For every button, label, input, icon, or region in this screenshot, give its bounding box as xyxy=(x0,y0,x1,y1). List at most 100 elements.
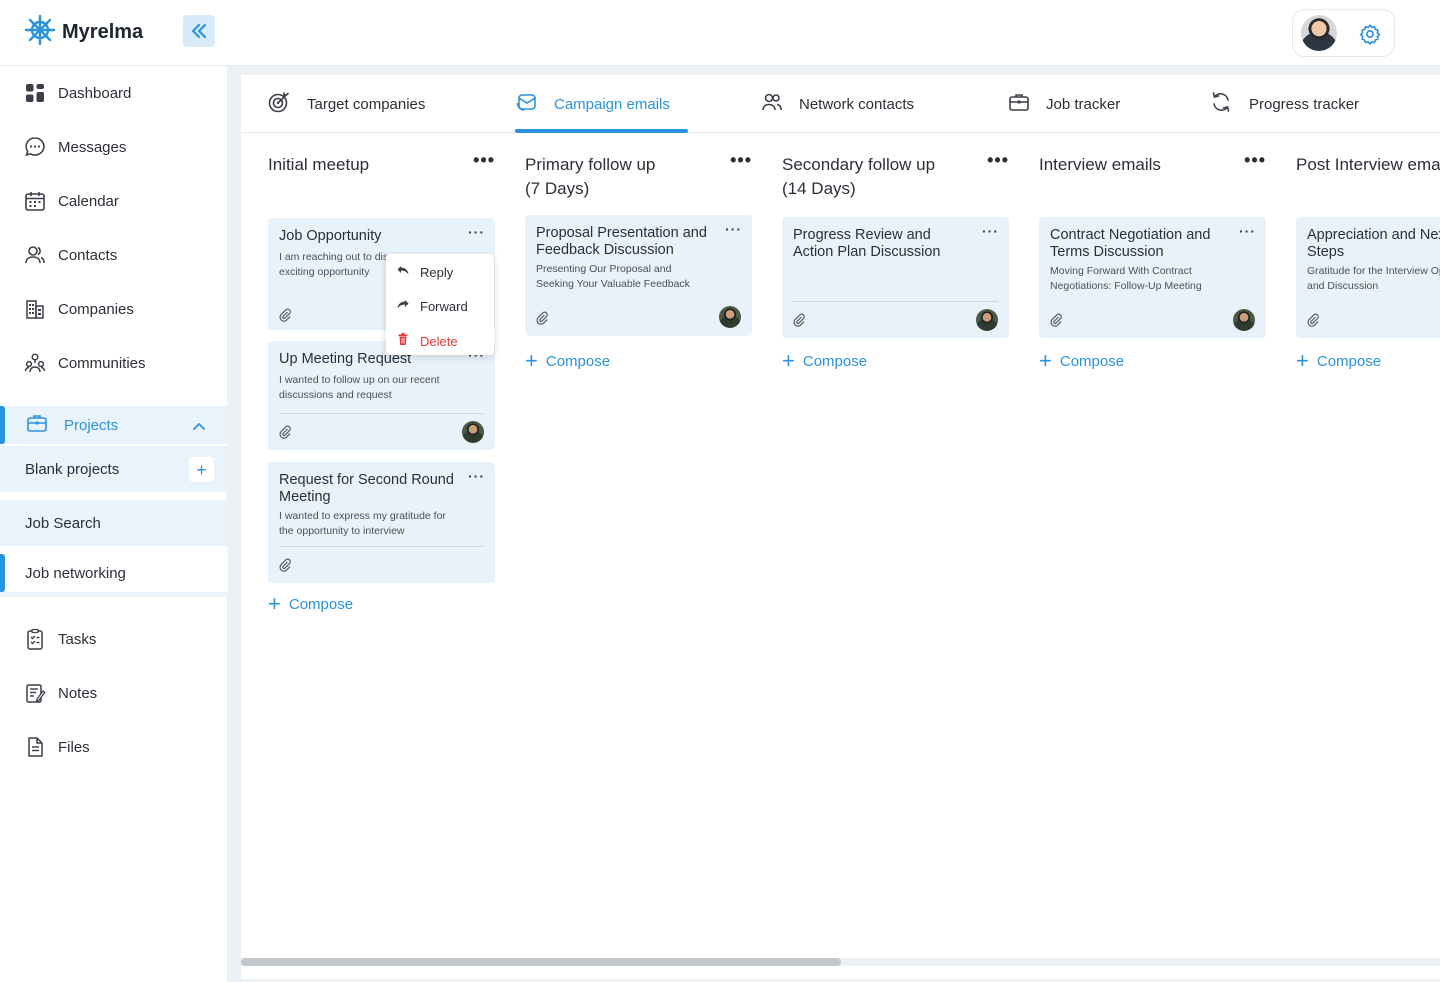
tab-target-companies[interactable]: Target companies xyxy=(267,75,425,133)
double-chevron-left-icon xyxy=(191,23,207,39)
avatar[interactable] xyxy=(976,309,998,331)
column-title: Post Interview emails xyxy=(1296,155,1440,174)
sidebar-subitem-job-search[interactable]: Job Search xyxy=(0,500,228,546)
app-logo[interactable]: Myrelma xyxy=(24,14,143,51)
email-card[interactable]: Appreciation and Next Steps Gratitude fo… xyxy=(1296,217,1440,338)
paperclip-icon[interactable] xyxy=(278,425,292,439)
plus-icon: + xyxy=(1039,348,1052,373)
tab-progress-tracker[interactable]: Progress tracker xyxy=(1209,75,1359,133)
email-card[interactable]: Request for Second Round Meeting ··· I w… xyxy=(268,462,495,583)
column-title: Interview emails xyxy=(1039,155,1161,174)
compose-button[interactable]: + Compose xyxy=(525,350,610,372)
card-menu-icon[interactable]: ··· xyxy=(468,468,485,484)
column-menu-icon[interactable]: ••• xyxy=(473,151,495,169)
reply-menu-item[interactable]: Reply xyxy=(386,256,494,288)
card-menu-icon[interactable]: ··· xyxy=(725,221,742,237)
card-preview: Moving Forward With Contract Negotiation… xyxy=(1050,265,1202,292)
sidebar-item-communities[interactable]: Communities xyxy=(0,341,228,385)
tasks-icon xyxy=(24,628,46,650)
sidebar-item-notes[interactable]: Notes xyxy=(0,671,228,715)
gear-icon xyxy=(1359,24,1381,45)
tab-label: Progress tracker xyxy=(1249,95,1360,113)
sidebar-subitem-label: Blank projects xyxy=(25,460,120,478)
paperclip-icon[interactable] xyxy=(278,558,292,572)
refresh-icon xyxy=(1209,90,1233,119)
compose-label: Compose xyxy=(1059,352,1125,370)
calendar-icon xyxy=(24,190,46,212)
card-divider xyxy=(279,546,484,547)
sidebar-item-dashboard[interactable]: Dashboard xyxy=(0,71,228,115)
column-title: Secondary follow up (14 Days) xyxy=(782,155,936,198)
paperclip-icon[interactable] xyxy=(535,311,549,325)
email-card[interactable]: Proposal Presentation and Feedback Discu… xyxy=(525,215,752,336)
column-primary-follow-up: Primary follow up (7 Days) ••• Proposal … xyxy=(525,151,752,453)
top-bar: Myrelma xyxy=(0,0,1440,66)
sidebar-item-companies[interactable]: Companies xyxy=(0,287,228,331)
card-title: Job Opportunity xyxy=(279,228,382,244)
email-card[interactable]: Progress Review and Action Plan Discussi… xyxy=(782,217,1009,338)
paperclip-icon[interactable] xyxy=(1049,313,1063,327)
sidebar-item-contacts[interactable]: Contacts xyxy=(0,233,228,277)
sidebar-item-calendar[interactable]: Calendar xyxy=(0,179,228,223)
sidebar-item-label: Communities xyxy=(58,354,146,372)
card-menu-icon[interactable]: ··· xyxy=(468,224,485,240)
sidebar-item-files[interactable]: Files xyxy=(0,725,228,769)
card-title: Contract Negotiation and Terms Discussio… xyxy=(1050,227,1211,260)
column-menu-icon[interactable]: ••• xyxy=(730,151,752,169)
user-menu xyxy=(1292,9,1395,57)
settings-button[interactable] xyxy=(1357,21,1383,47)
column-menu-icon[interactable]: ••• xyxy=(987,151,1009,169)
delete-menu-item[interactable]: Delete xyxy=(386,325,494,357)
sidebar: Dashboard Messages Calendar Contacts Com… xyxy=(0,66,228,982)
card-menu-icon[interactable]: ··· xyxy=(1239,223,1256,239)
card-title: Appreciation and Next Steps xyxy=(1307,227,1440,260)
tab-network-contacts[interactable]: Network contacts xyxy=(761,75,914,133)
add-project-button[interactable]: + xyxy=(189,457,214,482)
card-menu-icon[interactable]: ··· xyxy=(982,223,999,239)
sidebar-item-label: Files xyxy=(58,738,90,756)
tab-label: Target companies xyxy=(307,95,426,113)
email-card[interactable]: Contract Negotiation and Terms Discussio… xyxy=(1039,217,1266,338)
sidebar-subitem-label: Job Search xyxy=(25,514,101,532)
forward-menu-item[interactable]: Forward xyxy=(386,290,494,322)
column-secondary-follow-up: Secondary follow up (14 Days) ••• Progre… xyxy=(782,151,1009,453)
sidebar-item-messages[interactable]: Messages xyxy=(0,125,228,169)
paperclip-icon[interactable] xyxy=(1306,313,1320,327)
user-avatar[interactable] xyxy=(1301,15,1337,51)
tab-job-tracker[interactable]: Job tracker xyxy=(1008,75,1120,133)
plus-icon: + xyxy=(268,591,281,616)
compose-label: Compose xyxy=(545,352,611,370)
sidebar-subitem-job-networking[interactable]: Job networking xyxy=(0,554,228,592)
tab-label: Campaign emails xyxy=(554,95,670,113)
compose-button[interactable]: + Compose xyxy=(1039,350,1124,372)
compose-button[interactable]: + Compose xyxy=(782,350,867,372)
collapse-sidebar-button[interactable] xyxy=(183,15,215,47)
tab-campaign-emails[interactable]: Campaign emails xyxy=(516,75,670,133)
sidebar-item-label: Notes xyxy=(58,684,98,702)
sidebar-item-tasks[interactable]: Tasks xyxy=(0,617,228,661)
avatar[interactable] xyxy=(462,421,484,443)
compose-button[interactable]: + Compose xyxy=(1296,350,1381,372)
horizontal-scrollbar-thumb[interactable] xyxy=(241,958,841,966)
trash-icon xyxy=(396,332,410,351)
sidebar-item-projects[interactable]: Projects xyxy=(0,406,228,444)
avatar[interactable] xyxy=(1233,309,1255,331)
sidebar-item-label: Calendar xyxy=(58,192,119,210)
chevron-up-icon[interactable] xyxy=(192,418,206,436)
menu-item-label: Forward xyxy=(420,298,468,314)
column-post-interview-emails: Post Interview emails Appreciation and N… xyxy=(1296,153,1440,453)
sidebar-item-label: Contacts xyxy=(58,246,118,264)
paperclip-icon[interactable] xyxy=(792,313,806,327)
dashboard-icon xyxy=(24,82,46,104)
email-card[interactable]: Up Meeting Request ··· I wanted to follo… xyxy=(268,341,495,450)
kanban-board: Target companies Campaign emails Network… xyxy=(241,75,1440,979)
compose-label: Compose xyxy=(802,352,868,370)
sidebar-subitem-blank-projects[interactable]: Blank projects + xyxy=(0,446,228,492)
paperclip-icon[interactable] xyxy=(278,308,292,322)
briefcase-icon xyxy=(1008,91,1030,118)
avatar[interactable] xyxy=(719,306,741,328)
menu-item-label: Delete xyxy=(420,333,458,349)
compose-button[interactable]: + Compose xyxy=(268,593,353,615)
column-menu-icon[interactable]: ••• xyxy=(1244,151,1266,169)
active-indicator xyxy=(0,554,5,592)
